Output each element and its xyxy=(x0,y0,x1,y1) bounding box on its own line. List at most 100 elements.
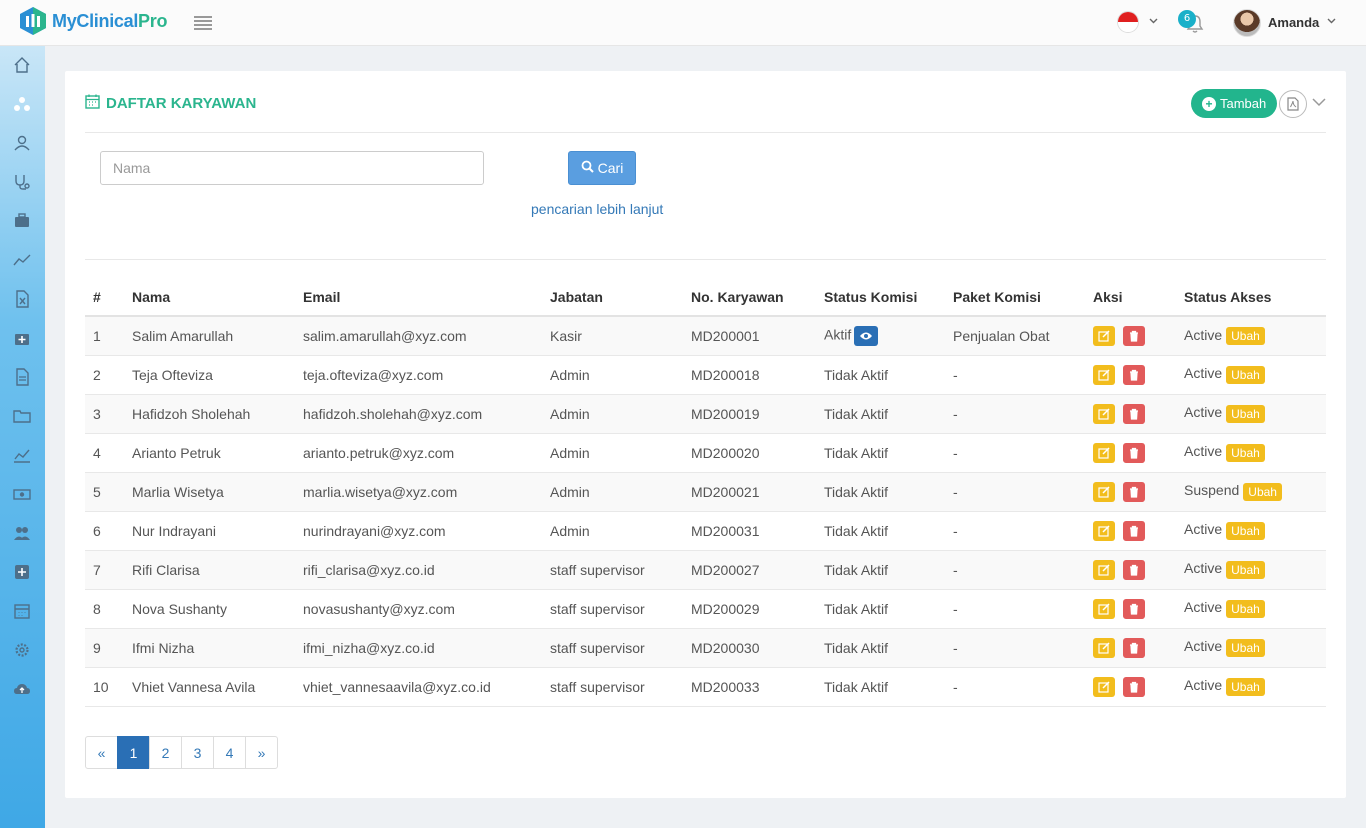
commission-status-text: Aktif xyxy=(824,326,852,343)
change-access-button[interactable]: Ubah xyxy=(1226,677,1265,696)
cell-name: Arianto Petruk xyxy=(124,433,295,473)
cell-commission-status: Tidak Aktif xyxy=(816,355,945,395)
trash-icon[interactable] xyxy=(1123,442,1145,463)
pagination-page[interactable]: 1 xyxy=(117,736,150,769)
cell-access-status: Active Ubah xyxy=(1176,433,1326,473)
briefcase-icon[interactable] xyxy=(13,212,31,230)
chevron-down-icon[interactable] xyxy=(1312,95,1326,111)
document-icon[interactable] xyxy=(13,368,31,386)
trash-icon[interactable] xyxy=(1123,559,1145,580)
access-status-text: Active xyxy=(1184,599,1223,616)
username-label[interactable]: Amanda xyxy=(1268,15,1319,30)
top-bar: MyClinicalPro 6 Amanda xyxy=(0,0,1366,46)
edit-icon[interactable] xyxy=(1093,325,1115,346)
cell-actions xyxy=(1085,394,1176,434)
trash-icon[interactable] xyxy=(1123,637,1145,658)
edit-icon[interactable] xyxy=(1093,481,1115,502)
pagination-prev[interactable]: « xyxy=(85,736,118,769)
cell-employee-number: MD200019 xyxy=(683,394,816,434)
change-access-button[interactable]: Ubah xyxy=(1226,326,1265,345)
area-chart-icon[interactable] xyxy=(13,446,31,464)
pagination-page[interactable]: 3 xyxy=(181,736,214,769)
change-access-button[interactable]: Ubah xyxy=(1226,638,1265,657)
chevron-down-icon[interactable] xyxy=(1327,16,1336,27)
chevron-down-icon[interactable] xyxy=(1149,16,1158,27)
excel-file-icon[interactable] xyxy=(13,290,31,308)
trash-icon[interactable] xyxy=(1123,481,1145,502)
cell-employee-number: MD200030 xyxy=(683,628,816,668)
pagination-page[interactable]: 2 xyxy=(149,736,182,769)
change-access-button[interactable]: Ubah xyxy=(1243,482,1282,501)
cell-position: Kasir xyxy=(542,316,683,356)
language-flag-icon[interactable] xyxy=(1117,11,1139,33)
stethoscope-icon[interactable] xyxy=(13,173,31,191)
trash-icon[interactable] xyxy=(1123,676,1145,697)
medkit-icon[interactable] xyxy=(13,329,31,347)
cell-access-status: Active Ubah xyxy=(1176,667,1326,707)
cell-number: 1 xyxy=(85,316,124,356)
cloud-upload-icon[interactable] xyxy=(13,680,31,698)
change-access-button[interactable]: Ubah xyxy=(1226,599,1265,618)
cell-commission-package: - xyxy=(945,628,1085,668)
user-icon[interactable] xyxy=(13,134,31,152)
pagination-next[interactable]: » xyxy=(245,736,278,769)
column-header-email: Email xyxy=(295,279,542,317)
cell-name: Rifi Clarisa xyxy=(124,550,295,590)
cell-email: novasushanty@xyz.com xyxy=(295,589,542,629)
trash-icon[interactable] xyxy=(1123,325,1145,346)
edit-icon[interactable] xyxy=(1093,598,1115,619)
home-icon[interactable] xyxy=(13,56,31,74)
change-access-button[interactable]: Ubah xyxy=(1226,404,1265,423)
users-icon[interactable] xyxy=(13,524,31,542)
cell-employee-number: MD200033 xyxy=(683,667,816,707)
edit-icon[interactable] xyxy=(1093,442,1115,463)
menu-toggle-icon[interactable] xyxy=(194,16,212,30)
cell-commission-package: - xyxy=(945,355,1085,395)
line-chart-icon[interactable] xyxy=(13,251,31,269)
add-employee-button[interactable]: + Tambah xyxy=(1191,89,1278,118)
change-access-button[interactable]: Ubah xyxy=(1226,365,1265,384)
cell-access-status: Active Ubah xyxy=(1176,550,1326,590)
gear-icon[interactable] xyxy=(13,641,31,659)
sidebar xyxy=(0,46,45,828)
calendar-icon xyxy=(85,94,100,113)
advanced-search-link[interactable]: pencarian lebih lanjut xyxy=(531,201,663,217)
pdf-export-icon[interactable] xyxy=(1279,90,1307,118)
cell-actions xyxy=(1085,589,1176,629)
cell-number: 6 xyxy=(85,511,124,551)
avatar[interactable] xyxy=(1233,9,1261,37)
money-icon[interactable] xyxy=(13,485,31,503)
cell-position: staff supervisor xyxy=(542,589,683,629)
edit-icon[interactable] xyxy=(1093,676,1115,697)
calendar-icon[interactable] xyxy=(13,602,31,620)
cell-employee-number: MD200031 xyxy=(683,511,816,551)
search-button[interactable]: Cari xyxy=(568,151,636,185)
change-access-button[interactable]: Ubah xyxy=(1226,521,1265,540)
commission-status-text: Tidak Aktif xyxy=(824,483,889,500)
cell-actions xyxy=(1085,472,1176,512)
plus-square-icon[interactable] xyxy=(13,563,31,581)
cell-position: Admin xyxy=(542,355,683,395)
commission-status-text: Tidak Aktif xyxy=(824,678,889,695)
trash-icon[interactable] xyxy=(1123,598,1145,619)
pagination-page[interactable]: 4 xyxy=(213,736,246,769)
access-status-text: Active xyxy=(1184,521,1223,538)
edit-icon[interactable] xyxy=(1093,559,1115,580)
trash-icon[interactable] xyxy=(1123,520,1145,541)
edit-icon[interactable] xyxy=(1093,520,1115,541)
view-commission-icon[interactable] xyxy=(854,325,879,346)
sitemap-icon[interactable] xyxy=(13,95,31,113)
edit-icon[interactable] xyxy=(1093,364,1115,385)
search-input[interactable] xyxy=(100,151,484,185)
cell-name: Teja Ofteviza xyxy=(124,355,295,395)
change-access-button[interactable]: Ubah xyxy=(1226,560,1265,579)
trash-icon[interactable] xyxy=(1123,403,1145,424)
change-access-button[interactable]: Ubah xyxy=(1226,443,1265,462)
cell-number: 8 xyxy=(85,589,124,629)
app-logo[interactable]: MyClinicalPro xyxy=(18,6,167,36)
edit-icon[interactable] xyxy=(1093,403,1115,424)
employee-table: # Nama Email Jabatan No. Karyawan Status… xyxy=(85,279,1326,707)
folder-icon[interactable] xyxy=(13,407,31,425)
trash-icon[interactable] xyxy=(1123,364,1145,385)
edit-icon[interactable] xyxy=(1093,637,1115,658)
